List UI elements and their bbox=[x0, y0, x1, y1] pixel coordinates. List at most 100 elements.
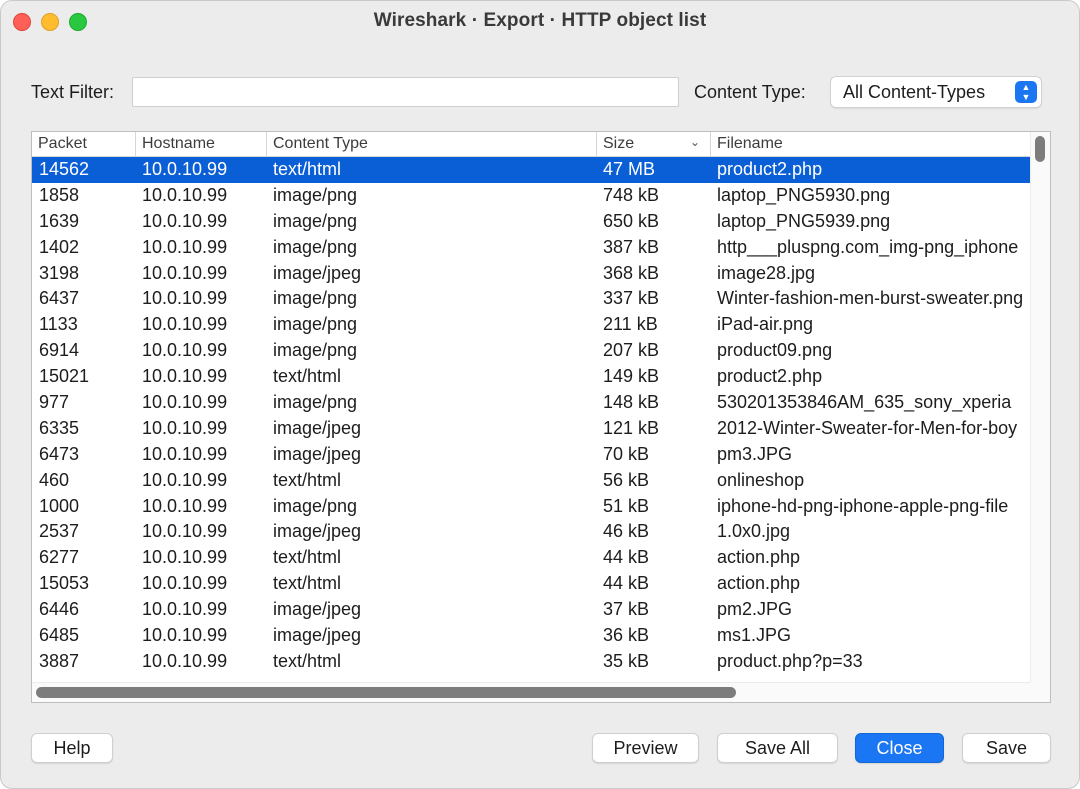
cell-size: 51 kB bbox=[603, 495, 650, 516]
cell-content-type: image/png bbox=[273, 314, 358, 335]
save-all-button[interactable]: Save All bbox=[717, 733, 838, 763]
table-row[interactable]: 1639 10.0.10.99 image/png 650 kB laptop_PNG5… bbox=[32, 209, 1031, 235]
cell-hostname: 10.0.10.99 bbox=[142, 314, 228, 335]
cell-filename: iPad-air.png bbox=[717, 314, 814, 335]
cell-packet: 6437 bbox=[39, 288, 80, 309]
close-window-button[interactable] bbox=[13, 13, 31, 31]
column-header-size-label: Size bbox=[603, 135, 635, 152]
cell-size: 46 kB bbox=[603, 521, 650, 542]
cell-packet: 460 bbox=[39, 469, 70, 490]
cell-filename: 530201353846AM_635_sony_xperia bbox=[717, 392, 1012, 413]
cell-packet: 3887 bbox=[39, 650, 80, 671]
column-header-filename[interactable]: Filename bbox=[711, 132, 1032, 157]
cell-size: 70 kB bbox=[603, 443, 650, 464]
cell-size: 368 kB bbox=[603, 262, 660, 283]
vertical-scrollbar-thumb[interactable] bbox=[1035, 136, 1045, 162]
cell-content-type: image/png bbox=[273, 340, 358, 361]
cell-packet: 3198 bbox=[39, 262, 80, 283]
cell-content-type: text/html bbox=[273, 159, 342, 179]
cell-content-type: text/html bbox=[273, 366, 342, 387]
vertical-scrollbar[interactable] bbox=[1030, 132, 1050, 684]
cell-content-type: image/jpeg bbox=[273, 443, 362, 464]
http-object-list-window: Wireshark · Export · HTTP object list Te… bbox=[0, 0, 1080, 789]
cell-content-type: text/html bbox=[273, 469, 342, 490]
cell-content-type: image/jpeg bbox=[273, 625, 362, 646]
cell-packet: 1402 bbox=[39, 236, 80, 257]
cell-content-type: image/png bbox=[273, 210, 358, 231]
table-row[interactable]: 6914 10.0.10.99 image/png 207 kB product09.p… bbox=[32, 338, 1031, 364]
table-row[interactable]: 2537 10.0.10.99 image/jpeg 46 kB 1.0x0.jpg bbox=[32, 519, 1031, 545]
table-row[interactable]: 3198 10.0.10.99 image/jpeg 368 kB image28.jp… bbox=[32, 261, 1031, 287]
table-row[interactable]: 6437 10.0.10.99 image/png 337 kB Winter-fash… bbox=[32, 286, 1031, 312]
cell-filename: product.php?p=33 bbox=[717, 650, 863, 671]
table-row[interactable]: 1402 10.0.10.99 image/png 387 kB http___plus… bbox=[32, 235, 1031, 261]
cell-hostname: 10.0.10.99 bbox=[142, 184, 228, 205]
table-row[interactable]: 6277 10.0.10.99 text/html 44 kB action.php bbox=[32, 545, 1031, 571]
content-type-select[interactable]: All Content-Types ▲ ▼ bbox=[830, 76, 1042, 108]
cell-size: 207 kB bbox=[603, 340, 660, 361]
cell-content-type: image/jpeg bbox=[273, 599, 362, 620]
table-row[interactable]: 15053 10.0.10.99 text/html 44 kB action.php bbox=[32, 571, 1031, 597]
table-row[interactable]: 6473 10.0.10.99 image/jpeg 70 kB pm3.JPG bbox=[32, 442, 1031, 468]
cell-filename: product2.php bbox=[717, 366, 823, 387]
column-header-hostname[interactable]: Hostname bbox=[136, 132, 267, 157]
cell-filename: action.php bbox=[717, 547, 801, 568]
cell-filename: laptop_PNG5939.png bbox=[717, 210, 891, 231]
save-button[interactable]: Save bbox=[962, 733, 1051, 763]
help-button[interactable]: Help bbox=[31, 733, 113, 763]
cell-size: 650 kB bbox=[603, 210, 660, 231]
cell-packet: 6473 bbox=[39, 443, 80, 464]
cell-hostname: 10.0.10.99 bbox=[142, 547, 228, 568]
cell-size: 748 kB bbox=[603, 184, 660, 205]
cell-filename: 2012-Winter-Sweater-for-Men-for-boy bbox=[717, 417, 1018, 438]
cell-packet: 977 bbox=[39, 392, 70, 413]
cell-content-type: text/html bbox=[273, 547, 342, 568]
cell-filename: product2.php bbox=[717, 159, 823, 179]
chevron-down-icon: ⌄ bbox=[689, 135, 700, 149]
table-row[interactable]: 6335 10.0.10.99 image/jpeg 121 kB 2012-Winte… bbox=[32, 416, 1031, 442]
cell-hostname: 10.0.10.99 bbox=[142, 573, 228, 594]
cell-size: 148 kB bbox=[603, 392, 660, 413]
table-row[interactable]: 1133 10.0.10.99 image/png 211 kB iPad-air.pn… bbox=[32, 312, 1031, 338]
preview-button[interactable]: Preview bbox=[592, 733, 699, 763]
table-row[interactable]: 6485 10.0.10.99 image/jpeg 36 kB ms1.JPG bbox=[32, 623, 1031, 649]
cell-size: 36 kB bbox=[603, 625, 650, 646]
cell-filename: iphone-hd-png-iphone-apple-png-file bbox=[717, 495, 1009, 516]
cell-hostname: 10.0.10.99 bbox=[142, 443, 228, 464]
cell-filename: http___pluspng.com_img-png_iphone bbox=[717, 236, 1019, 257]
cell-content-type: image/jpeg bbox=[273, 521, 362, 542]
table-body: 14562 10.0.10.99 text/html 47 MB product2.ph… bbox=[32, 157, 1031, 684]
table-row[interactable]: 6446 10.0.10.99 image/jpeg 37 kB pm2.JPG bbox=[32, 597, 1031, 623]
cell-packet: 6335 bbox=[39, 417, 80, 438]
cell-hostname: 10.0.10.99 bbox=[142, 469, 228, 490]
table-row[interactable]: 1858 10.0.10.99 image/png 748 kB laptop_PNG5… bbox=[32, 183, 1031, 209]
cell-packet: 6277 bbox=[39, 547, 80, 568]
minimize-window-button[interactable] bbox=[41, 13, 59, 31]
cell-hostname: 10.0.10.99 bbox=[142, 495, 228, 516]
table-row[interactable]: 977 10.0.10.99 image/png 148 kB 530201353846… bbox=[32, 390, 1031, 416]
cell-size: 149 kB bbox=[603, 366, 660, 387]
table-row[interactable]: 1000 10.0.10.99 image/png 51 kB iphone-hd-pn… bbox=[32, 494, 1031, 520]
cell-filename: laptop_PNG5930.png bbox=[717, 184, 891, 205]
maximize-window-button[interactable] bbox=[69, 13, 87, 31]
column-header-packet[interactable]: Packet bbox=[32, 132, 136, 157]
cell-content-type: image/png bbox=[273, 392, 358, 413]
cell-hostname: 10.0.10.99 bbox=[142, 288, 228, 309]
cell-size: 337 kB bbox=[603, 288, 660, 309]
close-button[interactable]: Close bbox=[855, 733, 944, 763]
table-row[interactable]: 460 10.0.10.99 text/html 56 kB onlineshop bbox=[32, 468, 1031, 494]
horizontal-scrollbar-thumb[interactable] bbox=[36, 687, 736, 698]
table-row[interactable]: 14562 10.0.10.99 text/html 47 MB product2.ph… bbox=[32, 157, 1031, 183]
window-title: Wireshark · Export · HTTP object list bbox=[373, 10, 707, 31]
horizontal-scrollbar[interactable] bbox=[32, 682, 1031, 702]
table-row[interactable]: 15021 10.0.10.99 text/html 149 kB product2.p… bbox=[32, 364, 1031, 390]
cell-content-type: text/html bbox=[273, 573, 342, 594]
table-row[interactable]: 3887 10.0.10.99 text/html 35 kB product.php?… bbox=[32, 649, 1031, 675]
cell-content-type: image/png bbox=[273, 288, 358, 309]
cell-content-type: image/png bbox=[273, 495, 358, 516]
column-header-size[interactable]: Size ⌄ bbox=[597, 132, 711, 157]
cell-hostname: 10.0.10.99 bbox=[142, 159, 228, 179]
cell-packet: 1639 bbox=[39, 210, 80, 231]
text-filter-input[interactable] bbox=[132, 77, 679, 107]
column-header-content-type[interactable]: Content Type bbox=[267, 132, 597, 157]
